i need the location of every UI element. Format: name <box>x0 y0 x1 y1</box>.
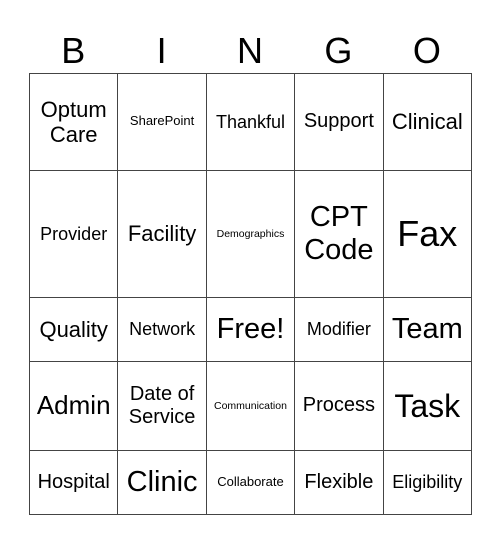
bingo-card: Optum Care SharePoint Thankful Support C… <box>28 73 473 516</box>
header-letter-g: G <box>324 30 353 71</box>
bingo-cell[interactable]: CPT Code <box>294 169 384 298</box>
bingo-cell[interactable]: Hospital <box>28 449 119 516</box>
bingo-cell[interactable]: Thankful <box>205 73 296 171</box>
bingo-cell[interactable]: Demographics <box>205 169 296 298</box>
bingo-cell[interactable]: Modifier <box>294 296 384 363</box>
bingo-cell[interactable]: Provider <box>28 169 119 298</box>
bingo-cell[interactable]: Task <box>382 361 473 451</box>
bingo-row: Quality Network Free! Modifier Team <box>28 296 473 363</box>
bingo-cell[interactable]: Clinical <box>382 73 473 171</box>
bingo-cell[interactable]: Optum Care <box>28 73 119 171</box>
bingo-cell[interactable]: Quality <box>28 296 119 363</box>
bingo-cell[interactable]: Flexible <box>294 449 384 516</box>
header-letter-o: O <box>412 30 441 71</box>
bingo-cell[interactable]: SharePoint <box>117 73 207 171</box>
bingo-cell[interactable]: Fax <box>382 169 473 298</box>
bingo-cell[interactable]: Date of Service <box>117 361 207 451</box>
bingo-row: Admin Date of Service Communication Proc… <box>28 361 473 451</box>
bingo-cell[interactable]: Clinic <box>117 449 207 516</box>
bingo-row: Provider Facility Demographics CPT Code … <box>28 169 473 298</box>
bingo-header: B I N G O <box>29 28 471 73</box>
bingo-cell[interactable]: Process <box>294 361 384 451</box>
bingo-cell[interactable]: Support <box>294 73 384 171</box>
bingo-cell[interactable]: Network <box>117 296 207 363</box>
free-space-cell[interactable]: Free! <box>205 296 296 363</box>
bingo-cell[interactable]: Eligibility <box>382 449 473 516</box>
header-letter-n: N <box>237 30 264 71</box>
bingo-cell[interactable]: Collaborate <box>205 449 296 516</box>
header-letter-i: I <box>156 30 167 71</box>
bingo-cell[interactable]: Admin <box>28 361 119 451</box>
header-letter-b: B <box>61 30 86 71</box>
bingo-cell[interactable]: Facility <box>117 169 207 298</box>
bingo-cell[interactable]: Team <box>382 296 473 363</box>
bingo-cell[interactable]: Communication <box>205 361 296 451</box>
bingo-row: Optum Care SharePoint Thankful Support C… <box>28 73 473 171</box>
bingo-row: Hospital Clinic Collaborate Flexible Eli… <box>28 449 473 516</box>
